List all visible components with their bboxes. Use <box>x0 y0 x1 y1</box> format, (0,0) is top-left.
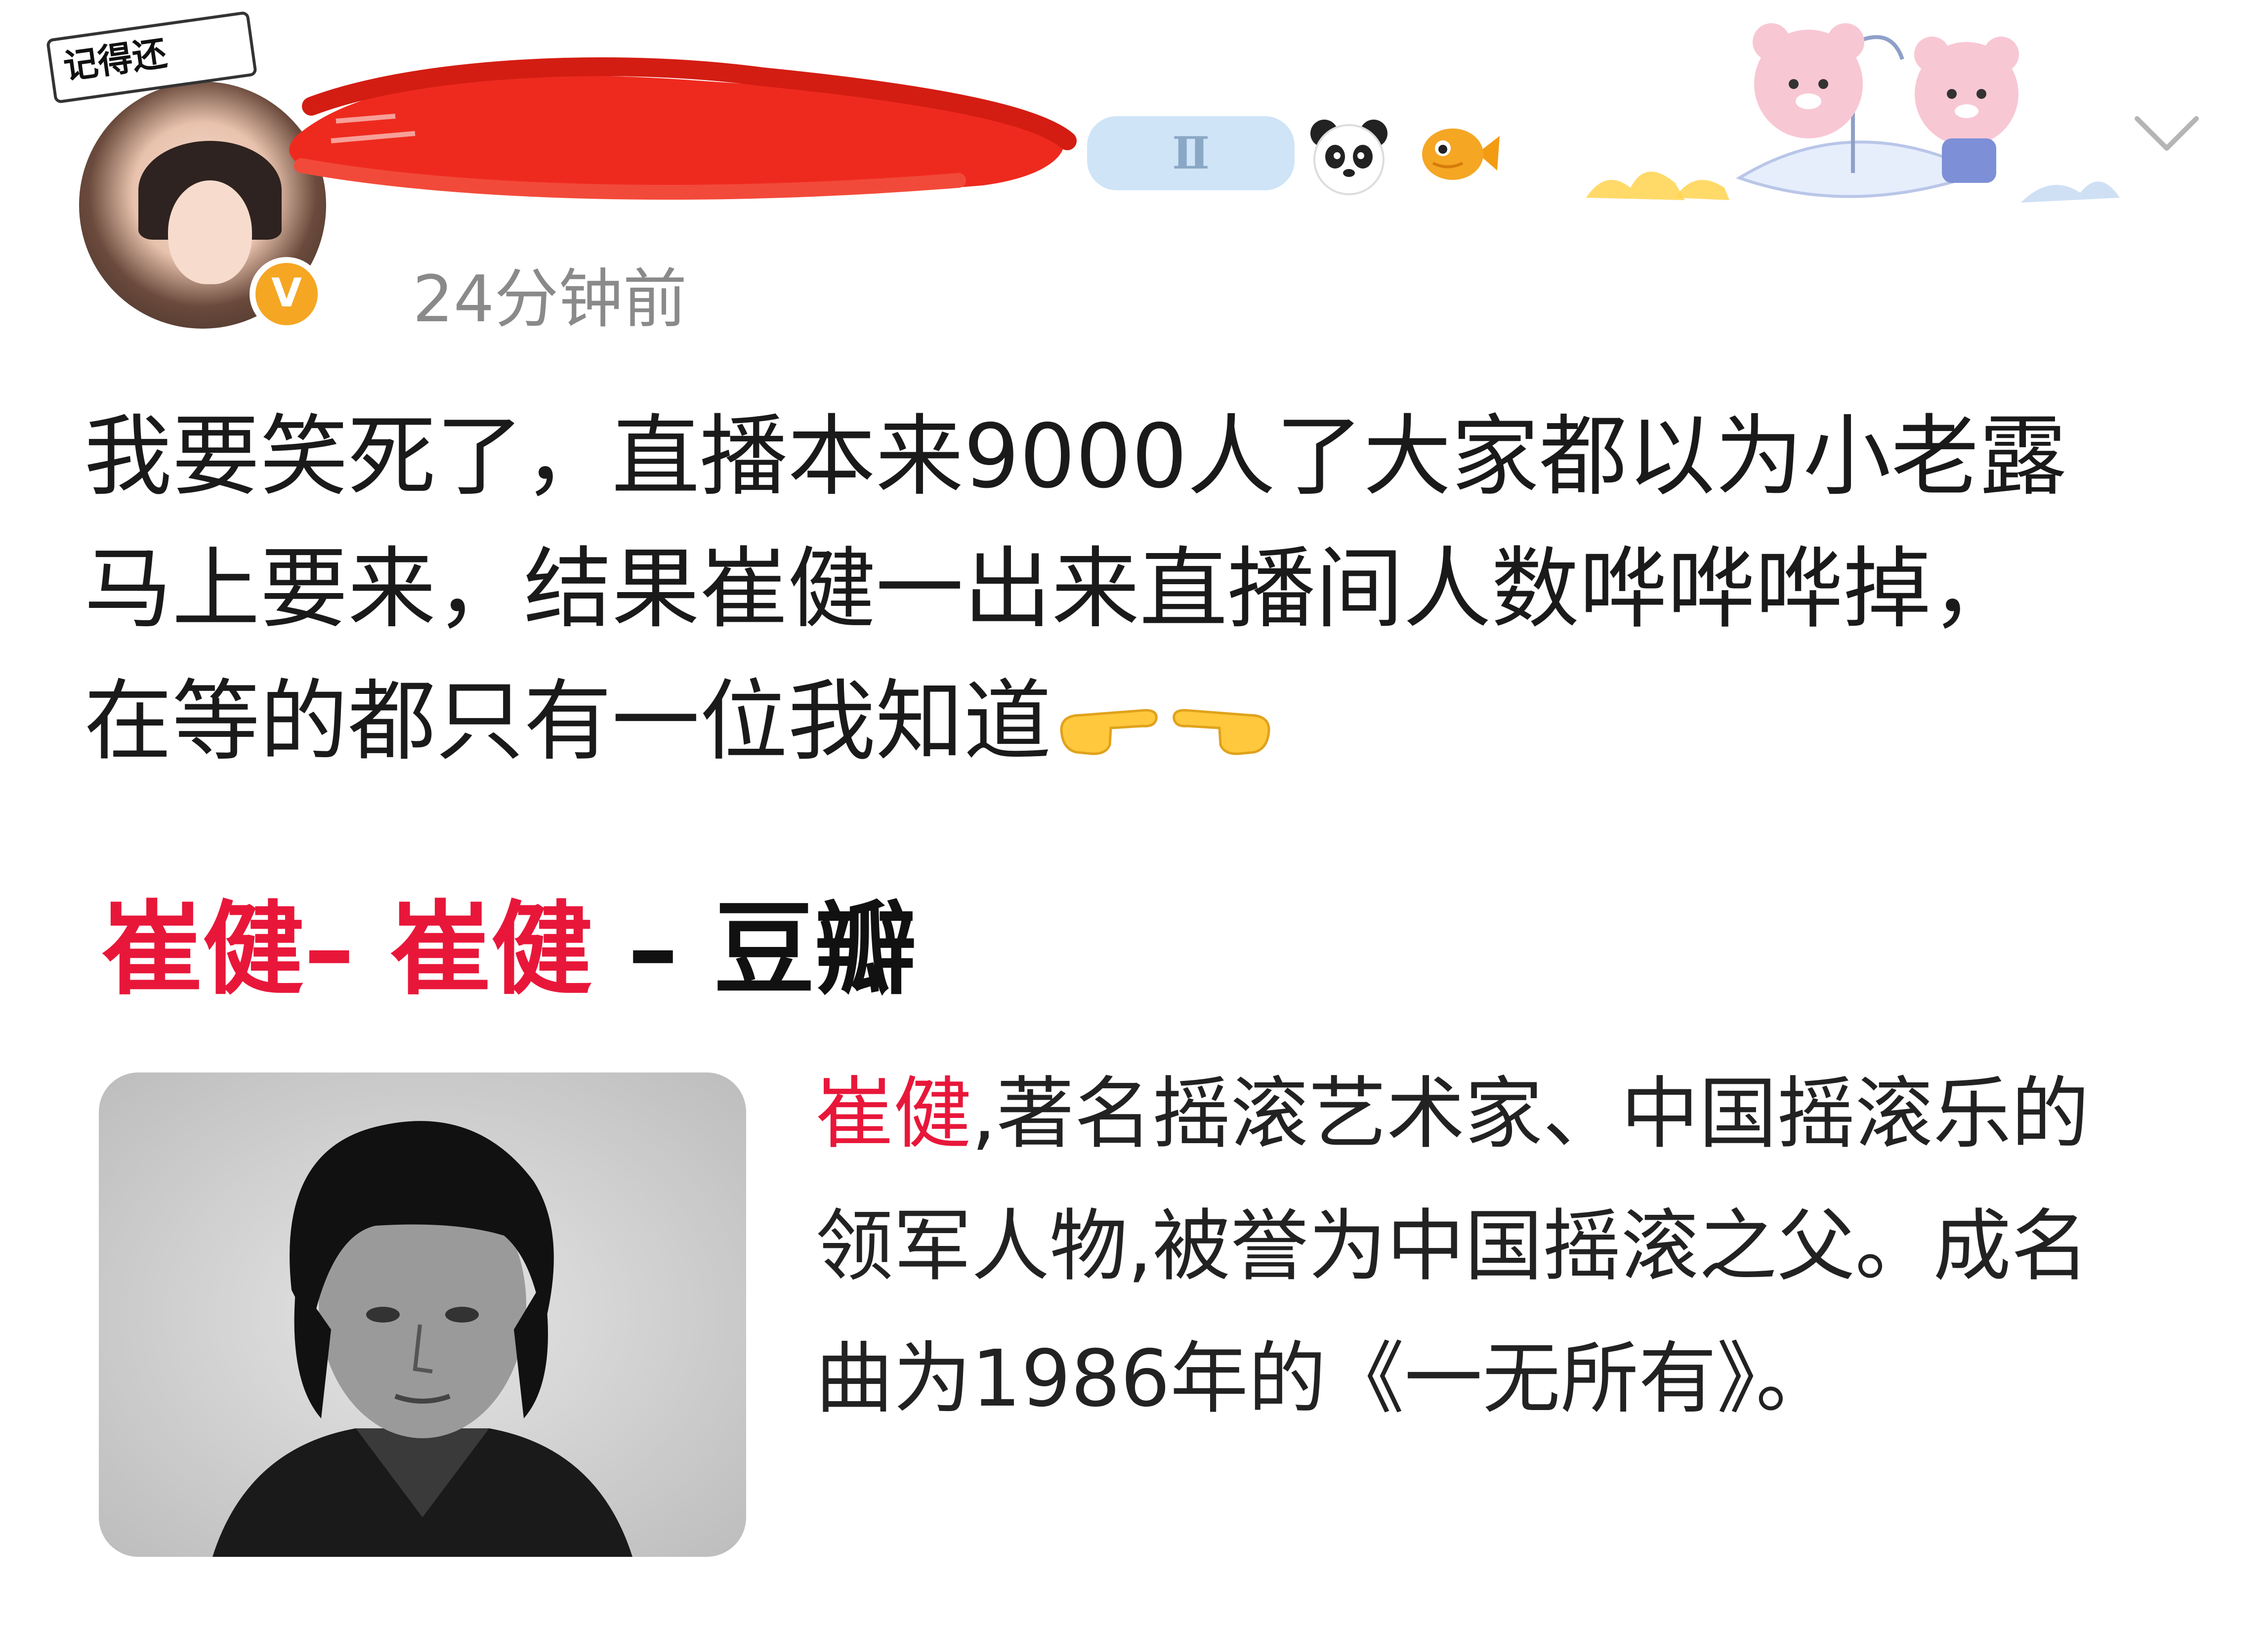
avatar-face <box>168 180 252 284</box>
title-separator: – <box>304 891 390 1009</box>
post-line-1: 我要笑死了，直播本来9000人了大家都以为小老露 <box>84 405 2067 508</box>
title-source: – 豆瓣 <box>592 891 917 1009</box>
chevron-down-icon[interactable] <box>2130 106 2204 161</box>
result-thumbnail[interactable] <box>99 1072 746 1557</box>
verified-badge: V <box>250 257 324 331</box>
snippet-line-3: 曲为1986年的《一无所有》。 <box>815 1333 1834 1424</box>
title-highlight-2: 崔健 <box>389 891 592 1009</box>
post-line-3-text: 在等的都只有一位我知道 <box>84 670 1051 772</box>
search-result-title[interactable]: 崔健– 崔健 – 豆瓣 <box>101 867 916 1014</box>
snippet-line-1: 崔健,著名摇滚艺术家、中国摇滚乐的 <box>815 1048 2179 1180</box>
post-line-2: 马上要来，结果崔健一出来直播间人数哗哗哗掉， <box>84 538 2019 640</box>
pointing-right-emoji <box>1060 709 1158 755</box>
goldfish-icon <box>1422 129 1500 180</box>
search-result-snippet: 崔健,著名摇滚艺术家、中国摇滚乐的 领军人物,被誉为中国摇滚之父。成名 曲为19… <box>815 1048 2179 1445</box>
snippet-line-1-text: ,著名摇滚艺术家、中国摇滚乐的 <box>971 1069 2090 1159</box>
title-highlight-1: 崔健 <box>101 891 304 1009</box>
snippet-highlight: 崔健 <box>815 1069 971 1159</box>
redacted-username-scribble <box>289 57 1077 200</box>
post-timestamp: 24分钟前 <box>413 261 687 337</box>
panda-icon <box>1310 120 1387 195</box>
bear-umbrella-sticker <box>1586 23 2120 203</box>
level-badge: Ⅱ <box>1087 116 1295 190</box>
pointing-left-emoji <box>1173 709 1270 755</box>
snippet-line-2: 领军人物,被誉为中国摇滚之父。成名 <box>815 1201 2090 1292</box>
post-body: 我要笑死了，直播本来9000人了大家都以为小老露 马上要来，结果崔健一出来直播间… <box>84 390 2209 788</box>
portrait-photo <box>99 1072 746 1557</box>
post-line-3: 在等的都只有一位我知道 <box>84 655 2209 788</box>
